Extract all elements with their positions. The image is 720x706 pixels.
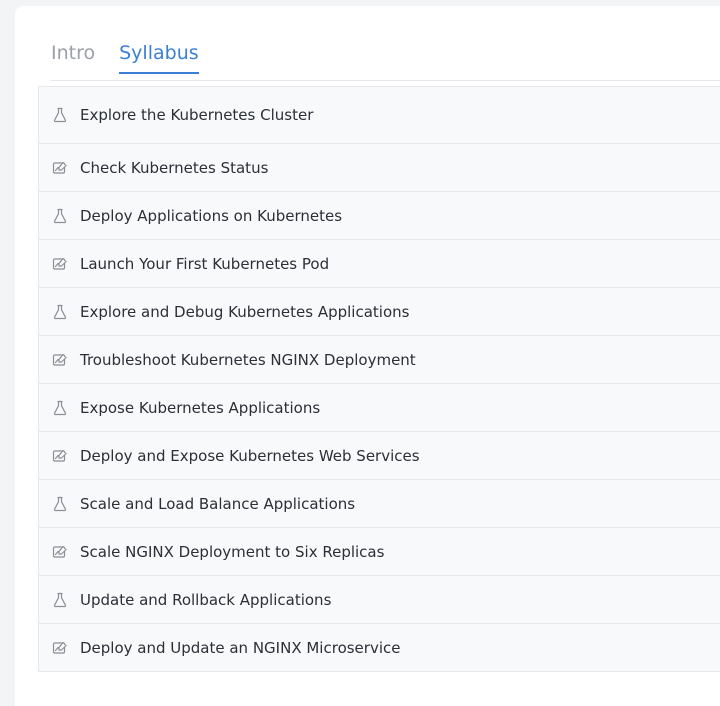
syllabus-item[interactable]: Launch Your First Kubernetes Pod bbox=[38, 240, 720, 288]
flask-icon bbox=[52, 592, 68, 608]
syllabus-item-title: Launch Your First Kubernetes Pod bbox=[80, 254, 330, 273]
syllabus-item-title: Explore and Debug Kubernetes Application… bbox=[80, 302, 410, 321]
challenge-icon bbox=[52, 352, 68, 368]
syllabus-item-title: Check Kubernetes Status bbox=[80, 158, 269, 177]
tab-syllabus[interactable]: Syllabus bbox=[119, 34, 199, 74]
syllabus-item[interactable]: Deploy and Expose Kubernetes Web Service… bbox=[38, 432, 720, 480]
syllabus-item[interactable]: Explore the Kubernetes Cluster bbox=[38, 87, 720, 144]
challenge-icon bbox=[52, 544, 68, 560]
syllabus-item-title: Scale and Load Balance Applications bbox=[80, 494, 356, 513]
tab-intro[interactable]: Intro bbox=[51, 34, 95, 74]
flask-icon bbox=[52, 107, 68, 123]
syllabus-item[interactable]: Expose Kubernetes Applications bbox=[38, 384, 720, 432]
challenge-icon bbox=[52, 448, 68, 464]
syllabus-item-title: Deploy Applications on Kubernetes bbox=[80, 206, 343, 225]
syllabus-item[interactable]: Scale NGINX Deployment to Six Replicas bbox=[38, 528, 720, 576]
syllabus-item-title: Scale NGINX Deployment to Six Replicas bbox=[80, 542, 385, 561]
tab-divider bbox=[51, 80, 720, 81]
syllabus-item[interactable]: Scale and Load Balance Applications bbox=[38, 480, 720, 528]
syllabus-item-title: Deploy and Update an NGINX Microservice bbox=[80, 638, 401, 657]
syllabus-item-title: Expose Kubernetes Applications bbox=[80, 398, 321, 417]
tab-bar: Intro Syllabus bbox=[51, 34, 199, 80]
syllabus-item-title: Update and Rollback Applications bbox=[80, 590, 332, 609]
syllabus-item[interactable]: Explore and Debug Kubernetes Application… bbox=[38, 288, 720, 336]
flask-icon bbox=[52, 496, 68, 512]
syllabus-item-title: Troubleshoot Kubernetes NGINX Deployment bbox=[80, 350, 416, 369]
syllabus-list: Explore the Kubernetes Cluster Check Kube… bbox=[38, 86, 720, 672]
syllabus-item-title: Explore the Kubernetes Cluster bbox=[80, 106, 314, 124]
syllabus-item[interactable]: Update and Rollback Applications bbox=[38, 576, 720, 624]
challenge-icon bbox=[52, 640, 68, 656]
flask-icon bbox=[52, 400, 68, 416]
syllabus-item[interactable]: Troubleshoot Kubernetes NGINX Deployment bbox=[38, 336, 720, 384]
syllabus-item-title: Deploy and Expose Kubernetes Web Service… bbox=[80, 446, 420, 465]
syllabus-item[interactable]: Check Kubernetes Status bbox=[38, 144, 720, 192]
flask-icon bbox=[52, 304, 68, 320]
syllabus-item[interactable]: Deploy Applications on Kubernetes bbox=[38, 192, 720, 240]
challenge-icon bbox=[52, 160, 68, 176]
syllabus-item[interactable]: Deploy and Update an NGINX Microservice bbox=[38, 624, 720, 672]
flask-icon bbox=[52, 208, 68, 224]
challenge-icon bbox=[52, 256, 68, 272]
